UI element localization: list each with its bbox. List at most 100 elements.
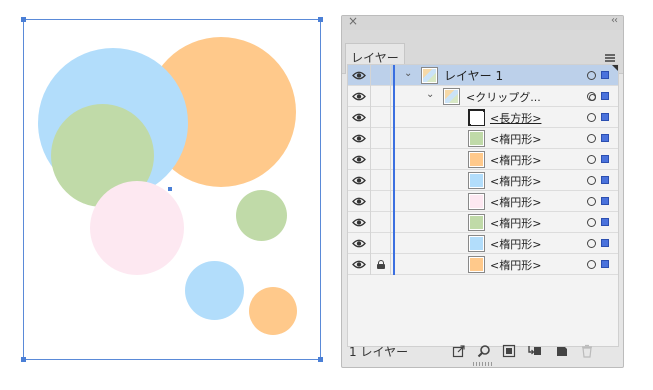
layer-name-label[interactable]: <楕円形> — [490, 215, 541, 231]
close-icon[interactable]: × — [348, 16, 358, 28]
layer-row[interactable]: ⌄ レイヤー 1 — [348, 65, 618, 86]
layer-name-label[interactable]: <長方形> — [490, 110, 541, 126]
visibility-eye-icon[interactable] — [352, 70, 366, 81]
lock-toggle[interactable] — [371, 86, 390, 107]
resize-grip[interactable] — [473, 362, 493, 366]
lock-toggle[interactable] — [371, 128, 390, 149]
selection-indicator[interactable] — [601, 71, 609, 79]
lock-toggle[interactable] — [371, 233, 390, 254]
selection-handle-bottom-left[interactable] — [21, 357, 26, 362]
lock-toggle[interactable] — [371, 191, 390, 212]
green-circle-small[interactable] — [236, 190, 287, 241]
visibility-eye-icon[interactable] — [352, 259, 366, 270]
column-divider — [390, 191, 391, 212]
column-divider — [390, 254, 391, 275]
selection-indicator[interactable] — [601, 92, 609, 100]
lock-toggle[interactable] — [371, 212, 390, 233]
center-point-handle[interactable] — [168, 187, 172, 191]
selection-indicator[interactable] — [601, 260, 609, 268]
target-circle-icon[interactable] — [587, 176, 596, 185]
layer-name-label[interactable]: <楕円形> — [490, 236, 541, 252]
visibility-eye-icon[interactable] — [352, 112, 366, 123]
selection-handle-bottom-right[interactable] — [318, 357, 323, 362]
layers-list[interactable]: ⌄ レイヤー 1 ⌄ <クリップグ... <長方形> <楕円形> <楕円形> <楕円形> <楕円… — [347, 64, 619, 347]
new-layer-icon[interactable] — [555, 344, 569, 358]
export-icon[interactable] — [452, 344, 466, 358]
column-divider — [390, 212, 391, 233]
blue-circle-small[interactable] — [185, 261, 244, 320]
thumbnail-swatch — [423, 69, 436, 82]
new-sublayer-icon[interactable] — [528, 344, 542, 358]
lock-toggle[interactable] — [371, 170, 390, 191]
panel-menu-icon[interactable] — [605, 54, 615, 62]
target-circle-icon[interactable] — [587, 197, 596, 206]
column-divider — [390, 170, 391, 191]
target-circle-icon[interactable] — [587, 239, 596, 248]
target-circle-icon[interactable] — [587, 92, 596, 101]
list-item[interactable]: <楕円形> — [348, 233, 618, 254]
list-item[interactable]: <楕円形> — [348, 212, 618, 233]
thumbnail — [468, 235, 485, 252]
illustrator-workspace: × ‹‹ レイヤー ⌄ レイヤー 1 ⌄ <クリップグ... <長方形> <楕円形> <楕円… — [0, 0, 653, 390]
list-item[interactable]: <長方形> — [348, 107, 618, 128]
layer-name-label[interactable]: <楕円形> — [490, 152, 541, 168]
column-divider — [390, 86, 391, 107]
column-divider — [390, 128, 391, 149]
layer-name-label[interactable]: <楕円形> — [490, 173, 541, 189]
layer-color-bar — [393, 107, 395, 128]
layer-name-label[interactable]: レイヤー 1 — [444, 67, 503, 84]
selection-indicator[interactable] — [601, 239, 609, 247]
target-circle-icon[interactable] — [587, 155, 596, 164]
clipping-mask-icon[interactable] — [502, 344, 516, 358]
layer-name-label[interactable]: <楕円形> — [490, 257, 541, 273]
selection-indicator[interactable] — [601, 155, 609, 163]
locate-object-icon[interactable] — [477, 344, 491, 358]
selection-indicator[interactable] — [601, 176, 609, 184]
selection-indicator[interactable] — [601, 218, 609, 226]
group-row[interactable]: ⌄ <クリップグ... — [348, 86, 618, 107]
visibility-eye-icon[interactable] — [352, 196, 366, 207]
panel-titlebar[interactable]: × ‹‹ — [342, 16, 623, 30]
list-item[interactable]: <楕円形> — [348, 170, 618, 191]
lock-icon — [377, 260, 385, 269]
target-circle-icon[interactable] — [587, 71, 596, 80]
layer-count-label: 1 レイヤー — [349, 345, 409, 359]
selection-indicator[interactable] — [601, 197, 609, 205]
visibility-eye-icon[interactable] — [352, 175, 366, 186]
column-divider — [390, 107, 391, 128]
selection-handle-top-right[interactable] — [318, 17, 323, 22]
layer-name-label[interactable]: <楕円形> — [490, 131, 541, 147]
visibility-eye-icon[interactable] — [352, 217, 366, 228]
lock-toggle[interactable] — [371, 254, 390, 275]
artboard-clipping-rectangle[interactable] — [21, 17, 323, 362]
lock-toggle[interactable] — [371, 65, 390, 86]
list-item[interactable]: <楕円形> — [348, 128, 618, 149]
target-circle-icon[interactable] — [587, 218, 596, 227]
visibility-eye-icon[interactable] — [352, 91, 366, 102]
list-item[interactable]: <楕円形> — [348, 149, 618, 170]
selection-indicator[interactable] — [601, 134, 609, 142]
column-divider — [390, 233, 391, 254]
target-circle-icon[interactable] — [587, 260, 596, 269]
visibility-eye-icon[interactable] — [352, 154, 366, 165]
trash-icon[interactable] — [580, 344, 594, 358]
selection-indicator[interactable] — [601, 113, 609, 121]
pink-circle[interactable] — [90, 181, 184, 275]
selection-handle-top-left[interactable] — [21, 17, 26, 22]
lock-toggle[interactable] — [371, 107, 390, 128]
thumbnail — [468, 193, 485, 210]
visibility-eye-icon[interactable] — [352, 133, 366, 144]
collapse-panel-icon[interactable]: ‹‹ — [611, 16, 618, 26]
visibility-eye-icon[interactable] — [352, 238, 366, 249]
layer-name-label[interactable]: <クリップグ... — [466, 89, 541, 105]
list-item[interactable]: <楕円形> — [348, 254, 618, 275]
target-circle-icon[interactable] — [587, 113, 596, 122]
orange-circle-small[interactable] — [249, 287, 297, 335]
list-item[interactable]: <楕円形> — [348, 191, 618, 212]
target-circle-icon[interactable] — [587, 134, 596, 143]
chevron-down-icon[interactable]: ⌄ — [426, 89, 434, 100]
thumbnail-swatch — [470, 195, 483, 208]
lock-toggle[interactable] — [371, 149, 390, 170]
layer-name-label[interactable]: <楕円形> — [490, 194, 541, 210]
chevron-down-icon[interactable]: ⌄ — [404, 68, 412, 79]
